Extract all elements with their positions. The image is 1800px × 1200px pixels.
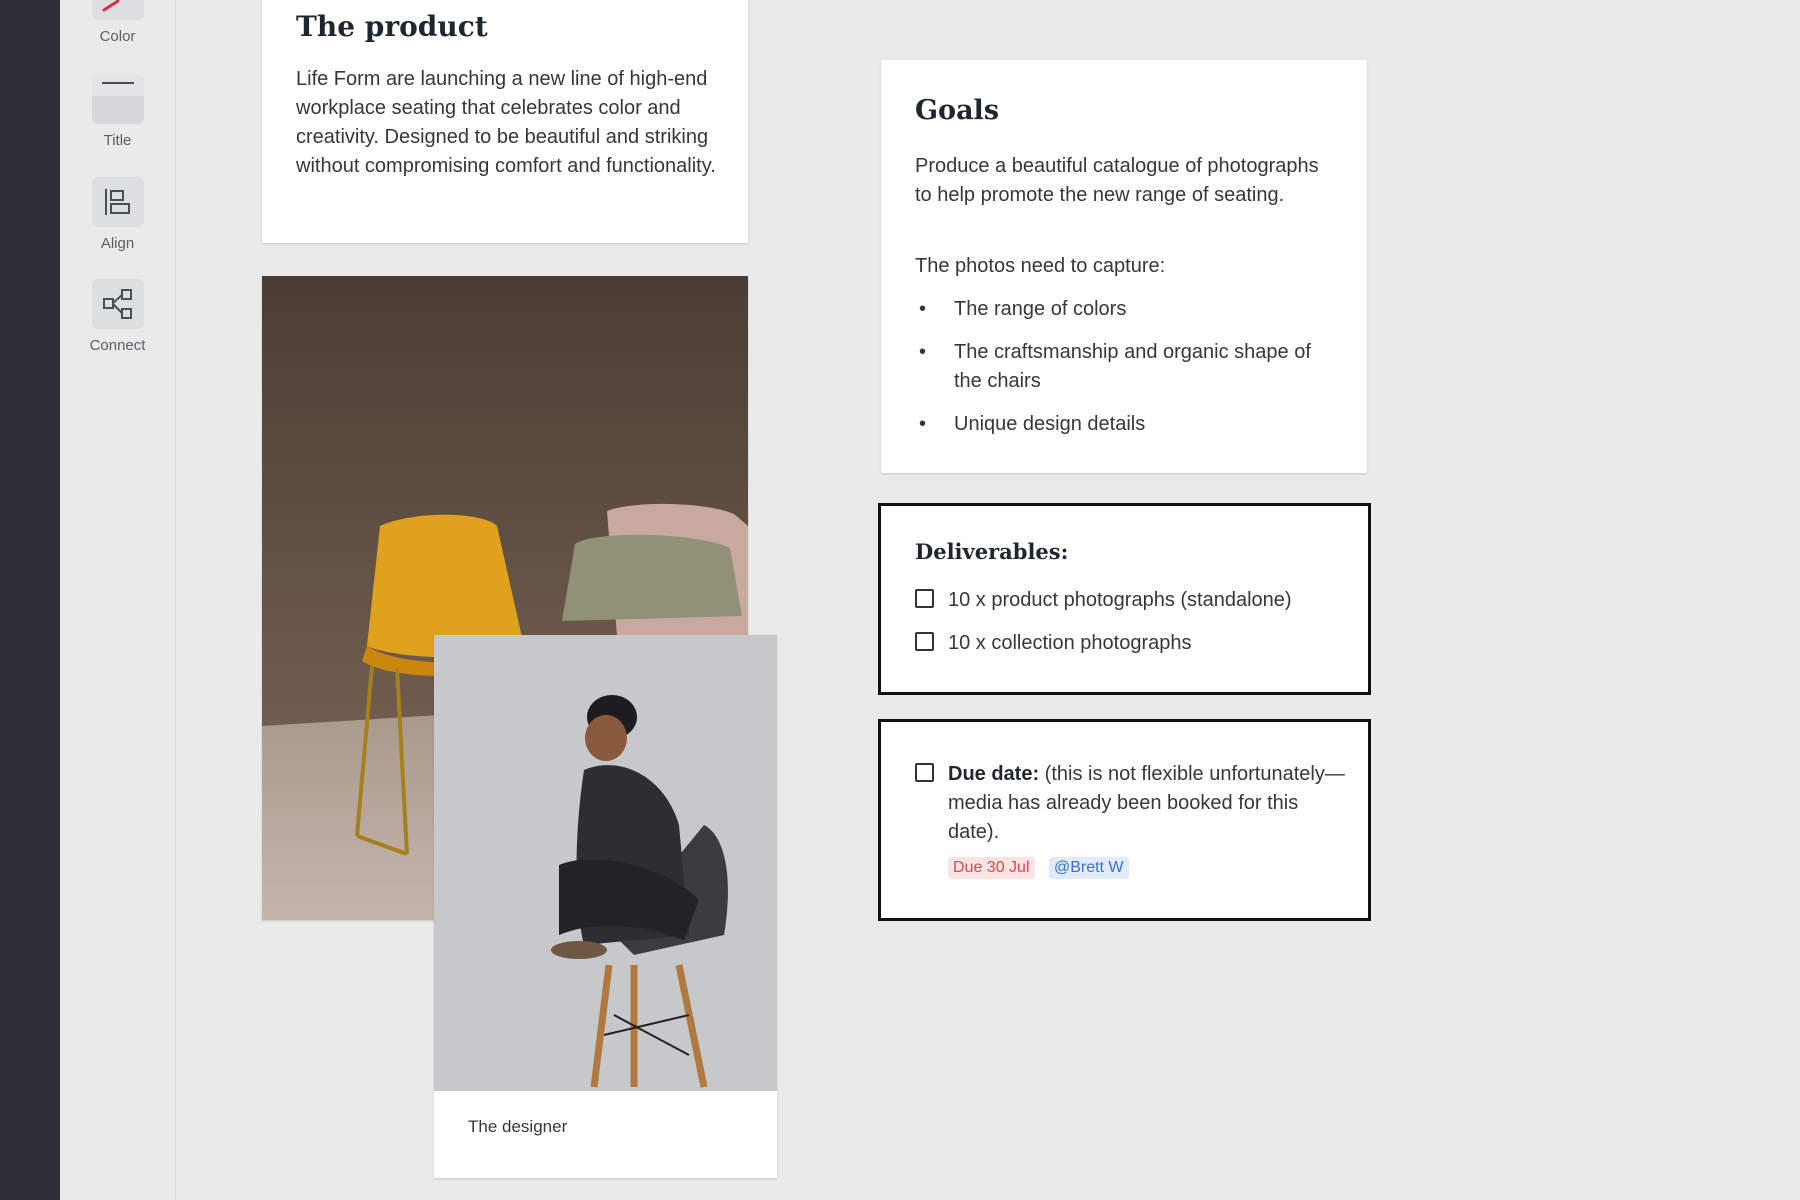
due-date-tags: Due 30 Jul @Brett W — [948, 857, 1345, 879]
goals-title: Goals — [915, 95, 1000, 126]
tool-connect-label: Connect — [89, 337, 146, 354]
goals-intro: Produce a beautiful catalogue of photogr… — [915, 155, 1319, 206]
due-date-label: Due date: — [948, 763, 1040, 785]
goals-capture-label: The photos need to capture: — [915, 255, 1166, 277]
product-title: The product — [296, 10, 488, 43]
tool-sidebar: Color Title Align Connect — [60, 0, 176, 1200]
product-card[interactable]: The product Life Form are launching a ne… — [262, 0, 748, 243]
due-date-card[interactable]: Due date: (this is not flexible unfortun… — [878, 719, 1371, 921]
deliverables-card[interactable]: Deliverables: 10 x product photographs (… — [878, 503, 1371, 695]
title-icon[interactable] — [91, 74, 144, 124]
product-description: Life Form are launching a new line of hi… — [296, 68, 716, 177]
tool-color-label: Color — [99, 28, 136, 45]
due-date-row: Due date: (this is not flexible unfortun… — [915, 760, 1345, 879]
tool-color[interactable]: Color — [60, 0, 175, 45]
goals-bullet: Unique design details — [915, 410, 1335, 439]
tool-align-label: Align — [100, 235, 135, 252]
goals-bullet: The craftsmanship and organic shape of t… — [915, 338, 1335, 396]
tool-align[interactable]: Align — [60, 177, 175, 252]
due-date-tag[interactable]: Due 30 Jul — [948, 857, 1035, 879]
align-icon[interactable] — [91, 177, 144, 227]
assignee-mention-tag[interactable]: @Brett W — [1048, 857, 1129, 879]
goals-bullet-list: The range of colors The craftsmanship an… — [915, 295, 1335, 453]
deliverable-checkbox[interactable] — [915, 632, 934, 651]
tool-connect[interactable]: Connect — [60, 279, 175, 354]
designer-image — [434, 635, 777, 1091]
deliverable-label: 10 x product photographs (standalone) — [948, 589, 1292, 611]
goals-card[interactable]: Goals Produce a beautiful catalogue of p… — [881, 60, 1367, 473]
tool-title[interactable]: Title — [60, 74, 175, 149]
goals-bullet: The range of colors — [915, 295, 1335, 324]
color-icon[interactable] — [91, 0, 144, 20]
deliverable-label: 10 x collection photographs — [948, 632, 1192, 654]
connect-icon[interactable] — [91, 279, 144, 329]
deliverables-title: Deliverables: — [915, 539, 1069, 564]
deliverable-checkbox[interactable] — [915, 589, 934, 608]
due-date-text: Due date: (this is not flexible unfortun… — [948, 760, 1345, 847]
deliverable-item: 10 x product photographs (standalone) — [915, 586, 1355, 615]
deliverable-item: 10 x collection photographs — [915, 629, 1355, 658]
tool-title-label: Title — [103, 132, 132, 149]
designer-caption: The designer — [468, 1117, 568, 1136]
due-date-checkbox[interactable] — [915, 763, 934, 782]
designer-card[interactable]: The designer — [434, 635, 777, 1178]
app-left-rail — [0, 0, 60, 1200]
deliverables-list: 10 x product photographs (standalone) 10… — [915, 586, 1355, 672]
